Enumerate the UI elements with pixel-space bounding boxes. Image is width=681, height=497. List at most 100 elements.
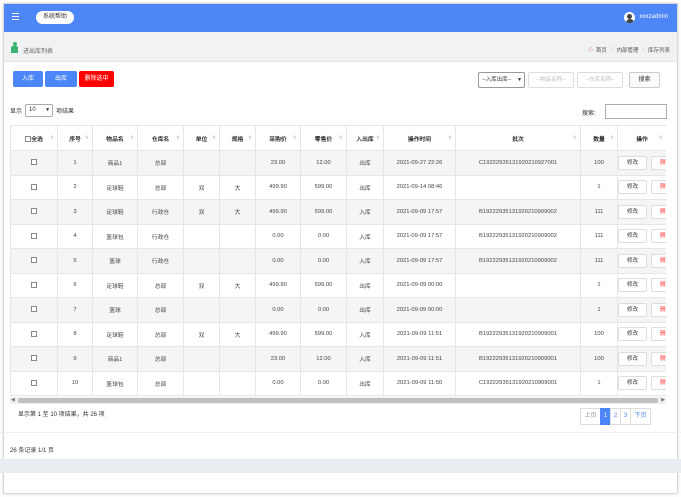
delete-button[interactable]: 删除 — [651, 253, 666, 268]
cell-goods: 足球鞋 — [92, 272, 138, 298]
cell-select — [10, 272, 58, 298]
sort-icon[interactable]: ⇅ — [50, 135, 54, 141]
col-quantity[interactable]: 数量 ⇅ — [580, 125, 618, 151]
row-checkbox[interactable] — [31, 330, 37, 337]
cell-quantity: 111 — [580, 248, 618, 274]
scrollbar-thumb[interactable] — [18, 398, 658, 403]
col-actions: 操作 ⇅ — [617, 125, 666, 151]
goods-name-input[interactable]: --物品名称-- — [528, 72, 574, 88]
row-checkbox[interactable] — [31, 257, 37, 264]
sort-icon[interactable]: ⇅ — [248, 135, 252, 141]
sort-icon[interactable]: ⇅ — [376, 135, 380, 141]
stock-in-button[interactable]: 入库 — [13, 71, 43, 87]
col-batch[interactable]: 批次 ⇅ — [455, 125, 581, 151]
table-row: 8 足球鞋 总部双大 499.90 599.00 入库 2021-09-09 11:51 B1… — [10, 321, 666, 347]
delete-button[interactable]: 删除 — [651, 351, 666, 366]
cell-batch: C19222935131920210909001 — [455, 370, 581, 396]
cell-goods: 篮球包 — [92, 370, 138, 396]
sort-icon[interactable]: ⇅ — [573, 135, 577, 141]
in-out-type-select[interactable]: --入库出库-- ▼ — [478, 72, 525, 88]
sort-icon[interactable]: ⇅ — [130, 135, 134, 141]
edit-button[interactable]: 修改 — [618, 253, 647, 268]
sort-icon[interactable]: ⇅ — [610, 135, 614, 141]
page-length-control: 显示 10 ▼ 项结果 — [10, 104, 74, 117]
breadcrumb-home[interactable]: 首页 — [596, 46, 607, 54]
sort-icon[interactable]: ⇅ — [659, 135, 663, 141]
stock-out-button[interactable]: 出库 — [45, 71, 77, 87]
chevron-down-icon: ▼ — [517, 77, 522, 83]
sort-icon[interactable]: ⇅ — [85, 135, 89, 141]
warehouse-name-input[interactable]: --仓库名称-- — [577, 72, 623, 88]
delete-button[interactable]: 删除 — [651, 155, 666, 170]
col-goods[interactable]: 物品名 ⇅ — [92, 125, 138, 151]
sort-icon[interactable]: ⇅ — [448, 135, 452, 141]
col-select-all[interactable]: 全选 ⇅ — [10, 125, 58, 151]
cell-retail-price: 0.00 — [300, 297, 347, 323]
row-checkbox[interactable] — [31, 306, 37, 313]
col-retail-price[interactable]: 零售价 ⇅ — [300, 125, 347, 151]
table-info: 显示第 1 至 10 项结果，共 26 项 — [18, 412, 105, 418]
cell-batch: C1922293513192021092700​1 — [455, 150, 581, 176]
delete-button[interactable]: 删除 — [651, 180, 666, 195]
delete-button[interactable]: 删除 — [651, 278, 666, 293]
hamburger-menu-icon[interactable] — [12, 13, 19, 20]
horizontal-scrollbar[interactable]: ◀ ▶ — [10, 397, 666, 404]
col-spec[interactable]: 规格 ⇅ — [219, 125, 256, 151]
row-checkbox[interactable] — [31, 281, 37, 288]
pager-next[interactable]: 下页 — [630, 408, 651, 425]
edit-button[interactable]: 修改 — [618, 204, 647, 219]
scroll-left-icon[interactable]: ◀ — [11, 397, 15, 404]
edit-button[interactable]: 修改 — [618, 351, 647, 366]
row-checkbox[interactable] — [31, 159, 37, 166]
delete-button[interactable]: 删除 — [651, 327, 666, 342]
col-warehouse[interactable]: 仓库名 ⇅ — [137, 125, 184, 151]
delete-button[interactable]: 删除 — [651, 229, 666, 244]
page-length-select[interactable]: 10 ▼ — [25, 104, 54, 117]
col-in-out[interactable]: 入出库 ⇅ — [346, 125, 384, 151]
cell-unit: 双 — [183, 199, 220, 225]
sort-icon[interactable]: ⇅ — [176, 135, 180, 141]
cell-retail-price: 12.00 — [300, 150, 347, 176]
username-label[interactable]: xxxzadmin — [640, 14, 668, 20]
system-help-button[interactable]: 系统帮助 — [36, 11, 75, 24]
breadcrumb-internal[interactable]: 内部管理 — [616, 46, 638, 54]
length-prefix: 显示 — [10, 109, 23, 115]
col-unit[interactable]: 单位 ⇅ — [183, 125, 220, 151]
cell-goods: 足球鞋 — [92, 199, 138, 225]
cell-actions: 修改删除 — [617, 248, 666, 274]
row-checkbox[interactable] — [31, 379, 37, 386]
edit-button[interactable]: 修改 — [618, 376, 647, 391]
search-button[interactable]: 搜索 — [629, 72, 660, 88]
cell-goods: 足球鞋 — [92, 321, 138, 347]
edit-button[interactable]: 修改 — [618, 327, 647, 342]
delete-button[interactable]: 删除 — [651, 204, 666, 219]
cell-in-out: 出库 — [346, 297, 384, 323]
user-avatar[interactable] — [624, 12, 635, 23]
delete-selected-button[interactable]: 删除选中 — [79, 71, 114, 87]
row-checkbox[interactable] — [31, 355, 37, 362]
edit-button[interactable]: 修改 — [618, 180, 647, 195]
delete-button[interactable]: 删除 — [651, 302, 666, 317]
edit-button[interactable]: 修改 — [618, 278, 647, 293]
cell-retail-price: 599.00 — [300, 199, 347, 225]
edit-button[interactable]: 修改 — [618, 302, 647, 317]
cell-in-out: 出库 — [346, 370, 384, 396]
delete-button[interactable]: 删除 — [651, 376, 666, 391]
sort-icon[interactable]: ⇅ — [293, 135, 297, 141]
edit-button[interactable]: 修改 — [618, 155, 647, 170]
col-purchase-price[interactable]: 采购价 ⇅ — [255, 125, 301, 151]
sort-icon[interactable]: ⇅ — [339, 135, 343, 141]
scroll-right-icon[interactable]: ▶ — [661, 397, 665, 404]
row-checkbox[interactable] — [31, 232, 37, 239]
row-checkbox[interactable] — [31, 183, 37, 190]
edit-button[interactable]: 修改 — [618, 229, 647, 244]
col-index[interactable]: 序号 ⇅ — [57, 125, 93, 151]
col-time[interactable]: 操作时间 ⇅ — [383, 125, 456, 151]
top-bar: 系统帮助 xxxzadmin — [4, 4, 677, 32]
row-checkbox[interactable] — [31, 208, 37, 215]
cell-actions: 修改删除 — [617, 223, 666, 249]
sort-icon[interactable]: ⇅ — [212, 135, 216, 141]
cell-index: 5 — [57, 248, 93, 274]
search-input[interactable] — [605, 104, 667, 119]
pager-prev[interactable]: 上页 — [580, 408, 601, 425]
